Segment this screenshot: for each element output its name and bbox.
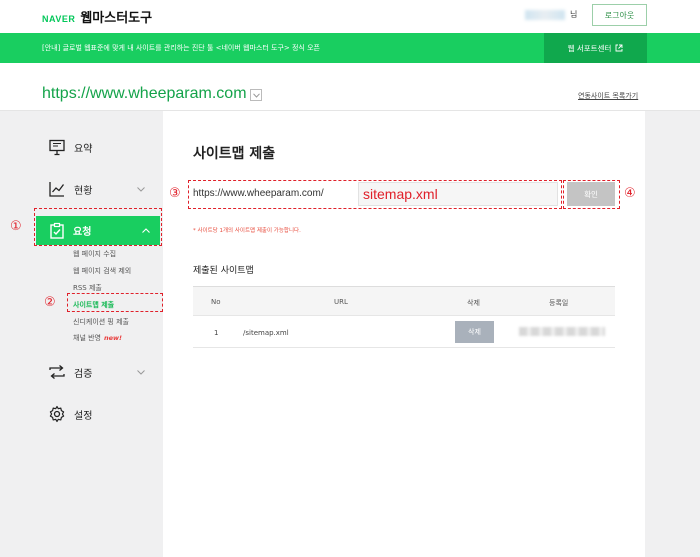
chevron-down-icon[interactable]: [137, 370, 145, 375]
logout-button[interactable]: 로그아웃: [592, 4, 647, 26]
support-center-button[interactable]: 웹 서포트센터: [544, 33, 647, 63]
row-date-blurred: [519, 327, 605, 336]
brand-name: NAVER: [42, 14, 76, 24]
new-badge: new!: [104, 334, 123, 342]
annotation-marker-4: ④: [624, 186, 636, 201]
sidebar-item-status[interactable]: 현황: [48, 179, 92, 199]
site-dropdown-button[interactable]: [250, 89, 262, 101]
annotation-marker-3: ③: [169, 186, 181, 201]
row-no: 1: [214, 329, 219, 337]
user-suffix: 님: [570, 10, 578, 19]
annotation-marker-1: ①: [10, 219, 22, 234]
support-center-label: 웹 서포트센터: [567, 43, 612, 53]
product-name: 웹마스터도구: [80, 11, 153, 26]
gear-icon: [48, 405, 66, 423]
sub-item-channel[interactable]: 채널 반영 new!: [73, 333, 122, 343]
sidebar-item-label: 요약: [74, 143, 93, 155]
logo[interactable]: NAVER 웹마스터도구: [42, 7, 152, 26]
external-link-icon: [615, 44, 623, 52]
delete-button[interactable]: 삭제: [455, 321, 494, 343]
sidebar-item-label: 검증: [74, 368, 93, 380]
table-row: 1 /sitemap.xml 삭제: [193, 317, 615, 348]
submitted-sitemaps-title: 제출된 사이트맵: [193, 266, 254, 276]
notice-text[interactable]: [안내] 글로벌 웹표준에 맞게 내 사이트를 관리하는 진단 툴 <네이버 웹…: [42, 43, 320, 53]
info-note: * 사이트당 1개의 사이트맵 제출이 가능합니다.: [193, 228, 301, 234]
column-date: 등록일: [549, 299, 569, 307]
column-delete: 삭제: [467, 299, 480, 307]
sidebar-item-label: 현황: [74, 185, 93, 197]
site-list-link[interactable]: 연동사이트 목록가기: [578, 91, 638, 101]
sidebar-item-label: 설정: [74, 410, 93, 422]
sidebar-item-verify[interactable]: 검증: [48, 362, 92, 382]
column-url: URL: [334, 298, 348, 306]
chart-icon: [48, 180, 66, 198]
sub-item-syndication[interactable]: 신디케이션 핑 제출: [73, 317, 129, 327]
sub-item-page-crawl[interactable]: 웹 페이지 수집: [73, 249, 116, 259]
swap-icon: [48, 363, 66, 381]
row-url: /sitemap.xml: [243, 329, 289, 337]
sidebar-item-summary[interactable]: 요약: [48, 137, 92, 157]
chevron-down-icon: [252, 92, 260, 98]
page-title: 사이트맵 제출: [193, 146, 276, 162]
annotation-box-sitemap: [67, 293, 163, 312]
sub-item-rss[interactable]: RSS 제출: [73, 283, 102, 293]
site-url: https://www.wheeparam.com: [42, 85, 247, 102]
table-header: No URL 삭제 등록일: [193, 286, 615, 316]
chevron-down-icon[interactable]: [137, 187, 145, 192]
annotation-box-input: [188, 180, 562, 209]
top-header: NAVER 웹마스터도구 님 로그아웃: [0, 0, 700, 33]
site-selector-row: https://www.wheeparam.com 연동사이트 목록가기: [0, 63, 700, 111]
sub-item-label: 채널 반영: [73, 334, 101, 342]
sub-item-page-exclude[interactable]: 웹 페이지 검색 제외: [73, 266, 131, 276]
user-name-blurred: [525, 10, 565, 20]
annotation-box-confirm: [563, 180, 620, 209]
annotation-marker-2: ②: [44, 295, 56, 310]
board-icon: [48, 138, 66, 156]
sidebar-item-settings[interactable]: 설정: [48, 404, 92, 424]
column-no: No: [211, 298, 221, 306]
annotation-box-request: [34, 208, 162, 246]
